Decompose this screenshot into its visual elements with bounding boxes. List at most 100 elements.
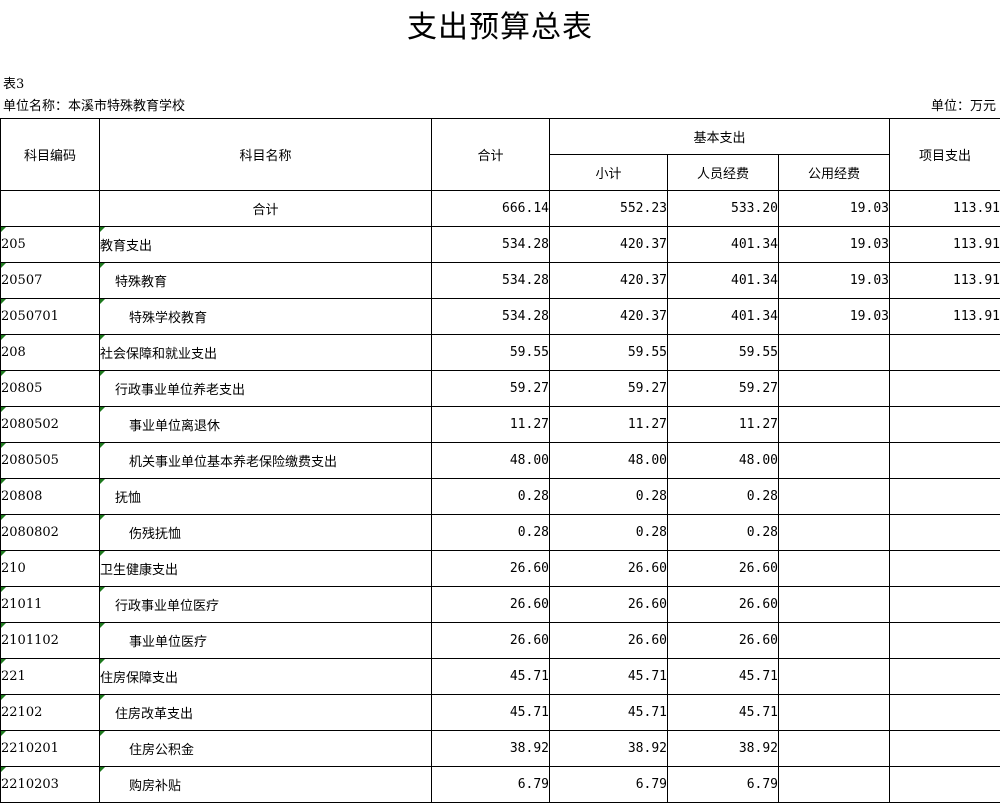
cell-code-text: 210 (1, 561, 26, 576)
cell-marker-icon (1, 299, 6, 304)
cell-total: 26.60 (431, 622, 550, 659)
unit-measure: 单位：万元 (930, 99, 996, 114)
cell-subtotal-text: 26.60 (627, 633, 667, 648)
cell-name-text: 伤残抚恤 (129, 527, 182, 542)
total-project: 113.91 (889, 190, 1000, 227)
cell-project (889, 766, 1000, 803)
cell-personnel: 26.60 (667, 550, 779, 587)
table-row: 21011 行政事业单位医疗 26.60 26.60 26.60 (0, 586, 1000, 623)
cell-personnel: 38.92 (667, 730, 779, 767)
cell-subtotal: 420.37 (549, 262, 668, 299)
cell-code-text: 2101102 (1, 633, 59, 648)
cell-name-text: 住房公积金 (129, 743, 195, 758)
cell-project (889, 586, 1000, 623)
cell-subtotal-text: 6.79 (635, 777, 667, 792)
cell-personnel-text: 59.55 (738, 345, 778, 360)
cell-public: 19.03 (778, 226, 890, 263)
cell-personnel: 401.34 (667, 262, 779, 299)
cell-subtotal-text: 26.60 (627, 561, 667, 576)
total-name: 合计 (99, 190, 432, 227)
cell-personnel: 45.71 (667, 658, 779, 695)
header-code: 科目编码 (0, 118, 100, 191)
cell-name: 伤残抚恤 (99, 514, 432, 551)
cell-public (778, 622, 890, 659)
cell-project-text: 113.91 (953, 237, 1000, 252)
cell-marker-icon (1, 335, 6, 340)
cell-total-text: 59.27 (509, 381, 549, 396)
cell-subtotal-text: 0.28 (635, 489, 667, 504)
cell-personnel-text: 26.60 (738, 561, 778, 576)
cell-name-text: 事业单位离退休 (129, 419, 221, 434)
cell-personnel: 0.28 (667, 514, 779, 551)
header-personnel: 人员经费 (667, 154, 779, 191)
total-code (0, 190, 100, 227)
cell-total-text: 0.28 (517, 525, 549, 540)
cell-project (889, 622, 1000, 659)
table-row: 2080505 机关事业单位基本养老保险缴费支出 48.00 48.00 48.00 (0, 442, 1000, 479)
header-subtotal: 小计 (549, 154, 668, 191)
cell-name: 抚恤 (99, 478, 432, 515)
cell-project (889, 370, 1000, 407)
cell-name-text: 行政事业单位养老支出 (115, 383, 246, 398)
cell-personnel-text: 401.34 (731, 309, 778, 324)
cell-code: 2050701 (0, 298, 100, 335)
cell-name: 教育支出 (99, 226, 432, 263)
total-subtotal: 552.23 (549, 190, 668, 227)
cell-code-text: 20805 (1, 381, 43, 396)
cell-marker-icon (100, 443, 105, 448)
cell-code-text: 2050701 (1, 309, 59, 324)
cell-total-text: 534.28 (502, 237, 549, 252)
cell-total-text: 11.27 (509, 417, 549, 432)
cell-code-text: 20808 (1, 489, 43, 504)
cell-name: 事业单位离退休 (99, 406, 432, 443)
page-title: 支出预算总表 (407, 10, 593, 45)
cell-personnel-text: 38.92 (738, 741, 778, 756)
cell-subtotal: 45.71 (549, 694, 668, 731)
cell-code: 2210203 (0, 766, 100, 803)
cell-code-text: 20507 (1, 273, 43, 288)
cell-code-text: 2080505 (1, 453, 59, 468)
cell-personnel-text: 0.28 (746, 525, 778, 540)
cell-code-text: 2080502 (1, 417, 59, 432)
cell-public (778, 334, 890, 371)
header-project: 项目支出 (889, 118, 1000, 191)
cell-marker-icon (1, 371, 6, 376)
cell-personnel-text: 59.27 (738, 381, 778, 396)
cell-marker-icon (1, 443, 6, 448)
cell-public (778, 694, 890, 731)
cell-project (889, 406, 1000, 443)
cell-code: 205 (0, 226, 100, 263)
cell-code-text: 22102 (1, 705, 43, 720)
cell-marker-icon (1, 659, 6, 664)
cell-name: 特殊教育 (99, 262, 432, 299)
cell-code-text: 2080802 (1, 525, 59, 540)
cell-name-text: 教育支出 (100, 239, 153, 254)
table-row: 2210201 住房公积金 38.92 38.92 38.92 (0, 730, 1000, 767)
cell-public (778, 370, 890, 407)
cell-code: 2210201 (0, 730, 100, 767)
table-row: 2101102 事业单位医疗 26.60 26.60 26.60 (0, 622, 1000, 659)
cell-subtotal-text: 59.27 (627, 381, 667, 396)
cell-public (778, 514, 890, 551)
cell-name-text: 住房保障支出 (100, 671, 179, 686)
cell-subtotal-text: 11.27 (627, 417, 667, 432)
cell-subtotal: 26.60 (549, 586, 668, 623)
cell-total: 534.28 (431, 262, 550, 299)
cell-subtotal: 420.37 (549, 226, 668, 263)
cell-personnel-text: 401.34 (731, 237, 778, 252)
cell-code: 2080505 (0, 442, 100, 479)
cell-marker-icon (100, 515, 105, 520)
table-row: 22102 住房改革支出 45.71 45.71 45.71 (0, 694, 1000, 731)
total-personnel: 533.20 (667, 190, 779, 227)
cell-name-text: 机关事业单位基本养老保险缴费支出 (129, 455, 338, 470)
cell-total: 26.60 (431, 550, 550, 587)
cell-marker-icon (100, 767, 105, 772)
cell-marker-icon (100, 479, 105, 484)
cell-code: 20507 (0, 262, 100, 299)
cell-total: 45.71 (431, 658, 550, 695)
cell-total: 0.28 (431, 514, 550, 551)
cell-marker-icon (1, 227, 6, 232)
cell-total: 0.28 (431, 478, 550, 515)
cell-personnel: 26.60 (667, 622, 779, 659)
table-row: 2080802 伤残抚恤 0.28 0.28 0.28 (0, 514, 1000, 551)
